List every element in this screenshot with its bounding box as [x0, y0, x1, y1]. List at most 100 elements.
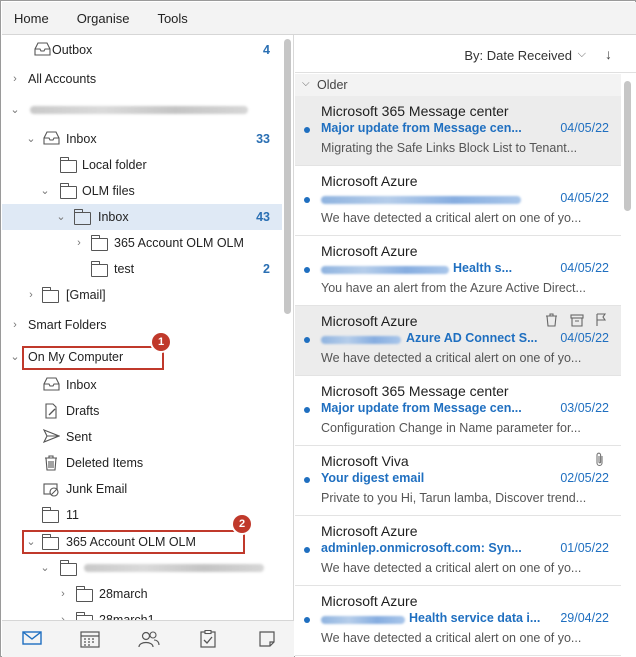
message-list-pane: By: Date Received ⌵ ↓ ⌵ Older Microsoft …	[295, 35, 636, 657]
attachment-icon	[595, 452, 605, 470]
folder-inbox[interactable]: ⌄ Inbox 33	[2, 126, 282, 152]
folder-gmail[interactable]: › [Gmail]	[2, 282, 282, 308]
message-actions	[545, 313, 607, 330]
tab-organise[interactable]: Organise	[77, 11, 130, 26]
folder-icon	[41, 507, 59, 523]
unread-count: 43	[256, 210, 270, 224]
unread-dot	[304, 617, 310, 623]
folder-outbox[interactable]: Outbox 4	[2, 37, 282, 63]
folder-365-account[interactable]: › 365 Account OLM OLM	[2, 230, 282, 256]
message-date: 01/05/22	[560, 541, 609, 555]
sort-direction-icon[interactable]: ↓	[605, 46, 612, 62]
folder-label: Local folder	[82, 158, 147, 172]
message-date: 04/05/22	[560, 261, 609, 275]
folder-label: Inbox	[98, 210, 129, 224]
folder-local-inbox[interactable]: Inbox	[2, 372, 282, 398]
folder-all-accounts[interactable]: › All Accounts	[2, 66, 282, 92]
delete-icon[interactable]	[545, 313, 558, 327]
account-header[interactable]: ⌄	[2, 97, 282, 123]
folder-label: 28march	[99, 587, 148, 601]
tasks-icon[interactable]	[199, 629, 219, 648]
folder-smart-folders[interactable]: › Smart Folders	[2, 312, 282, 338]
group-header-older[interactable]: ⌵ Older	[295, 74, 621, 96]
folder-label: Sent	[66, 430, 92, 444]
archive-icon[interactable]	[570, 314, 584, 327]
subject-redacted	[321, 616, 405, 624]
message-item[interactable]: Microsoft Azure Health s... 04/05/22 You…	[295, 236, 621, 306]
message-item[interactable]: Microsoft Azure Health service data i...…	[295, 586, 621, 656]
callout-badge-1: 1	[152, 333, 170, 351]
folder-label: Junk Email	[66, 482, 128, 496]
sort-dropdown[interactable]: By: Date Received	[464, 48, 572, 63]
folder-label: Smart Folders	[28, 318, 107, 332]
folder-deleted-items[interactable]: Deleted Items	[2, 450, 282, 476]
notes-icon[interactable]	[258, 630, 278, 648]
highlight-box-1	[22, 346, 164, 370]
message-date: 03/05/22	[560, 401, 609, 415]
folder-label: All Accounts	[28, 72, 97, 86]
folder-28march[interactable]: › 28march	[2, 581, 282, 607]
subject-redacted	[321, 196, 521, 204]
message-date: 02/05/22	[560, 471, 609, 485]
message-list-scrollbar[interactable]	[624, 81, 631, 211]
message-sender: Microsoft 365 Message center	[321, 103, 509, 119]
folder-pane-scrollbar[interactable]	[284, 39, 291, 314]
chevron-down-icon[interactable]: ⌄	[26, 134, 36, 145]
flag-icon[interactable]	[595, 313, 607, 327]
folder-name-redacted	[84, 564, 264, 572]
tab-tools[interactable]: Tools	[157, 11, 187, 26]
folder-drafts[interactable]: Drafts	[2, 398, 282, 424]
unread-count: 33	[256, 132, 270, 146]
message-item[interactable]: Microsoft 365 Message center Major updat…	[295, 376, 621, 446]
drafts-icon	[42, 403, 60, 419]
message-item[interactable]: Microsoft Azure Azure AD Connect S... 04…	[295, 306, 621, 376]
folder-redacted[interactable]: ⌄	[2, 555, 282, 581]
message-subject: Major update from Message cen...	[321, 121, 522, 135]
tab-home[interactable]: Home	[14, 11, 49, 26]
message-preview: Private to you Hi, Tarun lamba, Discover…	[321, 491, 587, 505]
folder-28march1[interactable]: › 28march1	[2, 607, 282, 620]
bottom-nav	[2, 620, 294, 657]
chevron-down-icon[interactable]: ⌄	[40, 563, 50, 574]
message-item[interactable]: Microsoft 365 Message center Major updat…	[295, 96, 621, 166]
chevron-down-icon[interactable]: ⌵	[302, 78, 310, 89]
chevron-right-icon[interactable]: ›	[10, 320, 20, 331]
folder-junk-email[interactable]: Junk Email	[2, 476, 282, 502]
account-email-redacted	[30, 106, 248, 114]
message-subject: adminlep.onmicrosoft.com: Syn...	[321, 541, 522, 555]
folder-test[interactable]: test 2	[2, 256, 282, 282]
message-item[interactable]: Microsoft Viva Your digest email 02/05/2…	[295, 446, 621, 516]
chevron-right-icon[interactable]: ›	[58, 589, 68, 600]
mail-icon[interactable]	[22, 630, 42, 648]
message-sender: Microsoft Azure	[321, 243, 418, 259]
folder-icon	[59, 157, 77, 173]
junk-icon	[42, 481, 60, 497]
chevron-down-icon[interactable]: ⌄	[10, 352, 20, 363]
message-sender: Microsoft Azure	[321, 593, 418, 609]
message-item[interactable]: Microsoft Azure 04/05/22 We have detecte…	[295, 166, 621, 236]
chevron-down-icon[interactable]: ⌄	[40, 186, 50, 197]
folder-label: 11	[66, 508, 79, 522]
folder-label: [Gmail]	[66, 288, 106, 302]
group-label: Older	[317, 78, 348, 92]
chevron-right-icon[interactable]: ›	[74, 238, 84, 249]
folder-olm-files[interactable]: ⌄ OLM files	[2, 178, 282, 204]
folder-sent[interactable]: Sent	[2, 424, 282, 450]
unread-dot	[304, 267, 310, 273]
highlight-box-2	[22, 530, 245, 554]
inbox-icon	[42, 377, 60, 393]
trash-icon	[42, 455, 60, 471]
people-icon[interactable]	[138, 630, 160, 648]
folder-olm-inbox[interactable]: ⌄ Inbox 43	[2, 204, 282, 230]
chevron-down-icon[interactable]: ⌄	[56, 212, 66, 223]
chevron-down-icon[interactable]: ⌵	[578, 48, 586, 61]
message-item[interactable]: Microsoft Azure adminlep.onmicrosoft.com…	[295, 516, 621, 586]
chevron-right-icon[interactable]: ›	[10, 74, 20, 85]
message-preview: We have detected a critical alert on one…	[321, 211, 582, 225]
folder-local[interactable]: Local folder	[2, 152, 282, 178]
chevron-right-icon[interactable]: ›	[26, 290, 36, 301]
calendar-icon[interactable]	[80, 630, 100, 648]
folder-icon	[75, 586, 93, 602]
chevron-down-icon[interactable]: ⌄	[10, 105, 20, 116]
folder-icon	[59, 560, 77, 576]
